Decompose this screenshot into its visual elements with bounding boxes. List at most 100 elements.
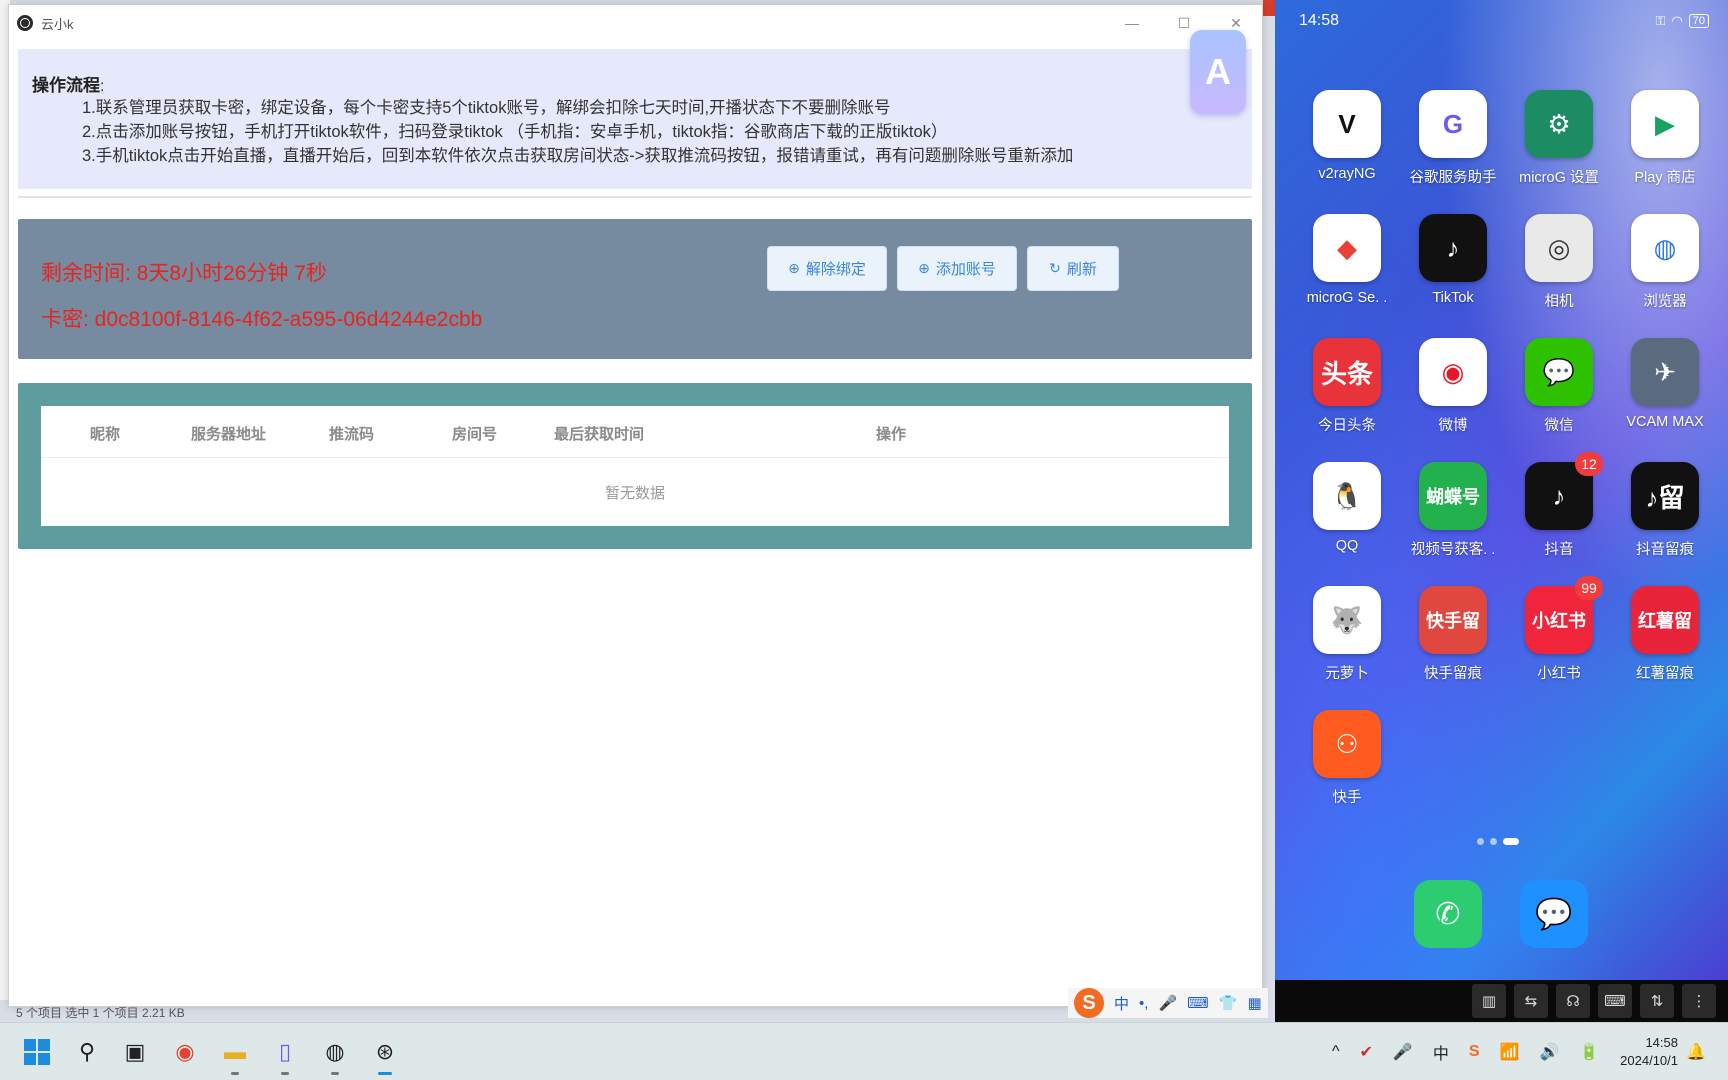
phone-screen: 14:58 ⚿ ◠ 70 Vv2rayNG G 谷歌服务助手 ⚙ microG 设置 ▶ P… — [1275, 0, 1728, 980]
app-label: QQ — [1335, 538, 1359, 554]
app-11[interactable]: 💬 微信 — [1511, 338, 1607, 435]
battery-icon: 70 — [1688, 14, 1709, 28]
app-label: 快手留痕 — [1424, 666, 1482, 682]
toolbar-switch-icon[interactable]: ⇆ — [1514, 984, 1548, 1018]
obs-icon[interactable]: ◍ — [318, 1035, 352, 1075]
plus-circle-icon: ⊕ — [918, 260, 930, 276]
app-tile-icon: ♪ — [1419, 214, 1487, 282]
clock-time: 14:58 — [1645, 1035, 1678, 1050]
ime-mode[interactable]: 中 — [1114, 993, 1129, 1014]
yunxiaok-taskbar-icon[interactable]: ⊛ — [368, 1035, 402, 1075]
app-21[interactable]: ⚇ 快手 — [1299, 710, 1395, 807]
app-tile-icon: 快手留 — [1419, 586, 1487, 654]
unbind-button[interactable]: ⊕ 解除绑定 — [767, 246, 887, 291]
task-view-icon[interactable]: ▣ — [118, 1035, 152, 1069]
license-status-panel: 剩余时间: 8天8小时26分钟 7秒 卡密: d0c8100f-8146-4f6… — [18, 219, 1252, 359]
app-16[interactable]: ♪留 抖音留痕 — [1617, 462, 1713, 559]
app-4[interactable]: ▶ Play 商店 — [1617, 90, 1713, 187]
app-8[interactable]: ◍ 浏览器 — [1617, 214, 1713, 311]
app-tile-icon: ▶ — [1631, 90, 1699, 158]
col-stream-key: 推流码 — [329, 426, 375, 443]
app-tile-icon: ◍ — [1631, 214, 1699, 282]
app-tile-icon: ♪留 — [1631, 462, 1699, 530]
col-last-fetch-time: 最后获取时间 — [554, 426, 645, 443]
col-nickname: 昵称 — [90, 426, 121, 443]
app-10[interactable]: ◉ 微博 — [1405, 338, 1501, 435]
toolbar-audio-icon[interactable]: ☊ — [1556, 984, 1590, 1018]
unbind-label: 解除绑定 — [805, 261, 866, 278]
taskbar-clock[interactable]: 14:58 2024/10/1 — [1620, 1034, 1678, 1070]
app-19[interactable]: 小红书 99 小红书 — [1511, 576, 1607, 683]
dock-messages-icon[interactable]: 💬 — [1520, 880, 1588, 948]
phone-mirror-toolbar: ▥ ⇆ ☊ ⌨ ⇅ ⋮ — [1275, 980, 1728, 1022]
tray-wifi-icon[interactable]: 📶 — [1500, 1042, 1520, 1062]
tray-sogou-icon[interactable]: S — [1469, 1043, 1480, 1061]
accounts-table-panel: 昵称 服务器地址 推流码 房间号 最后获取时间 操作 暂无数据 — [18, 383, 1252, 549]
ime-menu-icon[interactable]: ▦ — [1247, 994, 1261, 1012]
chrome-icon[interactable]: ◉ — [168, 1035, 202, 1069]
app-tile-icon: 🐺 — [1313, 586, 1381, 654]
add-account-button[interactable]: ⊕ 添加账号 — [897, 246, 1017, 291]
app-label: 小红书 — [1537, 666, 1581, 682]
ime-keyboard-icon[interactable]: ⌨ — [1187, 994, 1209, 1012]
ime-toolbar: S 中 •, 🎤 ⌨ 👕 ▦ — [1068, 988, 1268, 1018]
app-label: 谷歌服务助手 — [1409, 170, 1497, 186]
refresh-button[interactable]: ↻ 刷新 — [1027, 246, 1119, 291]
refresh-label: 刷新 — [1066, 261, 1097, 278]
app-12[interactable]: ✈ VCAM MAX — [1617, 338, 1713, 430]
tray-mic-icon[interactable]: 🎤 — [1393, 1042, 1413, 1062]
app-3[interactable]: ⚙ microG 设置 — [1511, 90, 1607, 187]
phone-link-icon[interactable]: ▯ — [268, 1035, 302, 1075]
tray-battery-icon[interactable]: 🔋 — [1579, 1042, 1599, 1062]
start-button[interactable] — [20, 1035, 54, 1069]
sogou-ime-icon[interactable]: S — [1074, 988, 1104, 1018]
search-icon[interactable]: ⚲ — [70, 1035, 104, 1069]
floating-assistant-icon[interactable]: A — [1190, 30, 1246, 114]
app-17[interactable]: 🐺 元萝卜 — [1299, 586, 1395, 683]
app-label: 抖音 — [1544, 542, 1574, 558]
tray-overflow-icon[interactable]: ^ — [1332, 1043, 1340, 1061]
app-1[interactable]: Vv2rayNG — [1299, 90, 1395, 182]
app-7[interactable]: ◎ 相机 — [1511, 214, 1607, 311]
file-explorer-icon[interactable]: ▬ — [218, 1035, 252, 1075]
app-label: TikTok — [1432, 290, 1474, 306]
ime-mic-icon[interactable]: 🎤 — [1158, 994, 1177, 1012]
app-15[interactable]: ♪ 12 抖音 — [1511, 452, 1607, 559]
app-5[interactable]: ◆ microG Se. . — [1299, 214, 1395, 306]
app-label: Play 商店 — [1634, 170, 1696, 186]
instruction-line-2: 2.点击添加账号按钮，手机打开tiktok软件，扫码登录tiktok （手机指：… — [82, 123, 948, 141]
app-label: 相机 — [1544, 294, 1574, 310]
page-dot[interactable] — [1490, 838, 1497, 845]
dock-phone-icon[interactable]: ✆ — [1414, 880, 1482, 948]
ime-punct-icon[interactable]: •, — [1139, 995, 1148, 1012]
tray-volume-icon[interactable]: 🔊 — [1539, 1042, 1559, 1062]
toolbar-more-icon[interactable]: ⋮ — [1682, 984, 1716, 1018]
toolbar-keyboard-icon[interactable]: ⌨ — [1598, 984, 1632, 1018]
app-label: microG Se. . — [1306, 290, 1388, 306]
app-18[interactable]: 快手留 快手留痕 — [1405, 586, 1501, 683]
app-6[interactable]: ♪ TikTok — [1405, 214, 1501, 306]
toolbar-sidebar-icon[interactable]: ▥ — [1472, 984, 1506, 1018]
app-14[interactable]: 蝴蝶号 视频号获客. . — [1405, 462, 1501, 559]
tray-security-icon[interactable]: ✔ — [1360, 1042, 1373, 1062]
instruction-line-3: 3.手机tiktok点击开始直播，直播开始后，回到本软件依次点击获取房间状态->… — [82, 147, 1074, 165]
app-20[interactable]: 红薯留 红薯留痕 — [1617, 586, 1713, 683]
app-13[interactable]: 🐧 QQ — [1299, 462, 1395, 554]
app-tile-icon: ✈ — [1631, 338, 1699, 406]
minimize-button[interactable]: — — [1106, 5, 1158, 41]
app-label: 视频号获客. . — [1410, 542, 1496, 558]
app-label: microG 设置 — [1519, 170, 1599, 186]
page-dot-active[interactable] — [1503, 838, 1519, 845]
col-room-id: 房间号 — [452, 426, 498, 443]
title-bar[interactable]: 云小k — ☐ ✕ — [9, 5, 1262, 41]
instruction-line-1: 1.联系管理员获取卡密，绑定设备，每个卡密支持5个tiktok账号，解绑会扣除七… — [82, 99, 891, 117]
app-9[interactable]: 头条 今日头条 — [1299, 338, 1395, 435]
tray-ime-icon[interactable]: 中 — [1433, 1040, 1449, 1064]
app-tile-icon: ◎ — [1525, 214, 1593, 282]
toolbar-transfer-icon[interactable]: ⇅ — [1640, 984, 1674, 1018]
page-dot[interactable] — [1477, 838, 1484, 845]
app-tile-icon: 小红书 99 — [1525, 576, 1603, 654]
ime-skin-icon[interactable]: 👕 — [1219, 994, 1238, 1012]
app-2[interactable]: G 谷歌服务助手 — [1405, 90, 1501, 187]
notification-bell-icon[interactable]: 🔔 — [1686, 1023, 1706, 1080]
